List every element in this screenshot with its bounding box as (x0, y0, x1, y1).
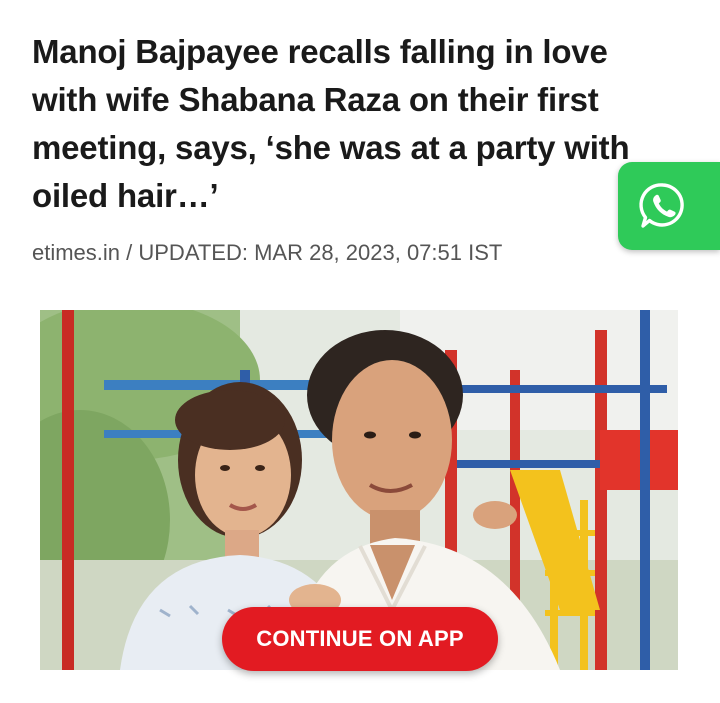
headline-line: meeting, says, ‘she was at a party with (32, 129, 630, 166)
article-headline[interactable]: Manoj Bajpayee recalls falling in love w… (32, 28, 672, 220)
headline-line: Manoj Bajpayee recalls falling in love (32, 33, 608, 70)
article-page: Manoj Bajpayee recalls falling in love w… (0, 0, 720, 703)
whatsapp-share-button[interactable] (618, 162, 720, 250)
whatsapp-icon (639, 180, 689, 232)
headline-line: with wife Shabana Raza on their first (32, 81, 599, 118)
article-byline: etimes.in / UPDATED: MAR 28, 2023, 07:51… (32, 240, 503, 265)
headline-line: oiled hair…’ (32, 177, 219, 214)
continue-on-app-button[interactable]: CONTINUE ON APP (222, 607, 498, 671)
